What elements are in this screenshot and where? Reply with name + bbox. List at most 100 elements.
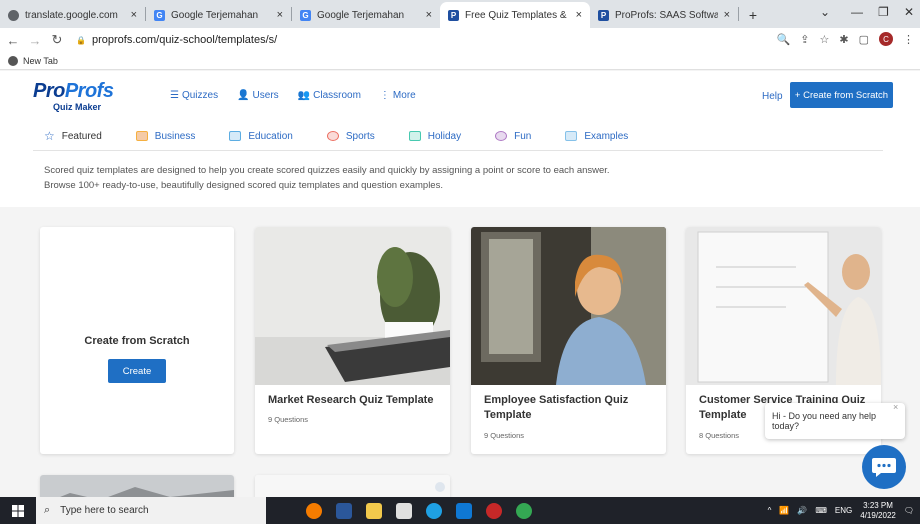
smiling-woman-image	[471, 227, 666, 385]
grid-icon	[565, 131, 578, 141]
landscape-image	[40, 475, 234, 497]
ball-icon	[326, 131, 339, 141]
user-icon: 👤	[237, 90, 250, 101]
template-card[interactable]: Employee Satisfaction Quiz Template 9 Qu…	[471, 227, 666, 454]
close-icon[interactable]: ×	[893, 402, 898, 412]
new-tab-button[interactable]: +	[739, 2, 767, 28]
bookmarks-bar: New Tab	[0, 52, 920, 70]
menu-icon[interactable]: ⋮	[903, 33, 914, 46]
category-examples[interactable]: Examples	[565, 129, 628, 143]
network-icon[interactable]: 📶	[779, 506, 789, 515]
browser-tab-active[interactable]: P Free Quiz Templates & Exam ×	[440, 2, 590, 28]
tab-title: ProProfs: SAAS Software for	[615, 9, 718, 21]
store-icon[interactable]	[396, 502, 412, 519]
holiday-icon	[408, 131, 421, 141]
share-icon[interactable]: ⇪	[800, 33, 809, 46]
system-tray: ^ 📶 🔊 ⌨ ENG 3:23 PM 4/19/2022 🗨	[768, 497, 914, 524]
tab-title: translate.google.com	[25, 9, 118, 21]
proprofs-icon: P	[598, 9, 609, 21]
bookmark-new-tab[interactable]: New Tab	[23, 56, 58, 66]
globe-icon	[8, 9, 19, 21]
globe-icon	[8, 55, 18, 66]
template-card[interactable]	[255, 475, 450, 497]
chrome-icon[interactable]	[516, 502, 532, 519]
template-card[interactable]	[40, 475, 234, 497]
taskbar-search-input[interactable]: ⌕ Type here to search	[36, 497, 266, 524]
create-button[interactable]: Create	[108, 359, 166, 383]
browser-tab[interactable]: translate.google.com ×	[0, 2, 145, 28]
tab-search-icon[interactable]: ⌄	[820, 5, 830, 19]
book-icon	[229, 131, 242, 141]
mail-icon[interactable]	[456, 502, 472, 519]
browser-tab[interactable]: P ProProfs: SAAS Software for ×	[590, 2, 738, 28]
nav-users[interactable]: 👤 Users	[237, 90, 279, 101]
question-count: 9 Questions	[484, 431, 525, 440]
template-grid: Create from Scratch Create Market Resear…	[0, 207, 920, 497]
proprofs-icon: P	[448, 9, 459, 21]
nav-more[interactable]: ⋮ More	[380, 90, 416, 101]
help-link[interactable]: Help	[762, 91, 783, 102]
proprofs-logo[interactable]: ProProfs Quiz Maker	[33, 80, 114, 112]
card-title: Market Research Quiz Template	[268, 394, 434, 406]
restore-icon[interactable]: ❐	[878, 5, 889, 19]
google-translate-icon: G	[300, 9, 311, 21]
word-icon[interactable]	[336, 502, 352, 519]
browser-tab[interactable]: G Google Terjemahan ×	[146, 2, 291, 28]
clock[interactable]: 3:23 PM 4/19/2022	[860, 501, 896, 521]
edge-icon[interactable]	[426, 502, 442, 519]
keyboard-icon[interactable]: ⌨	[815, 506, 827, 515]
create-from-scratch-button[interactable]: + Create from Scratch	[790, 82, 893, 108]
description-section: Scored quiz templates are designed to he…	[0, 151, 920, 207]
chat-launcher-button[interactable]	[862, 445, 906, 489]
briefcase-icon	[135, 131, 148, 141]
close-tab-icon[interactable]: ×	[277, 9, 283, 21]
forward-icon[interactable]: →	[26, 33, 44, 48]
file-explorer-icon[interactable]	[366, 502, 382, 519]
lock-icon: 🔒	[76, 35, 86, 45]
template-thumbnail-image	[255, 475, 450, 497]
notebook-plant-image	[255, 227, 450, 385]
language-indicator[interactable]: ENG	[835, 506, 852, 515]
back-icon[interactable]: ←	[4, 33, 22, 48]
close-tab-icon[interactable]: ×	[724, 9, 730, 21]
minimize-icon[interactable]: —	[851, 5, 863, 19]
profile-avatar[interactable]: C	[879, 32, 893, 46]
category-bar: ☆ Featured Business Education Sports Hol…	[0, 121, 920, 151]
bookmark-star-icon[interactable]: ☆	[820, 33, 830, 46]
smiley-icon	[495, 131, 508, 141]
card-title: Employee Satisfaction Quiz Template	[484, 394, 629, 421]
nav-quizzes[interactable]: ☰ Quizzes	[170, 90, 218, 101]
whiteboard-presenter-image	[686, 227, 881, 385]
chat-greeting-bubble[interactable]: Hi - Do you need any help today?	[765, 403, 905, 439]
firefox-icon[interactable]	[306, 502, 322, 519]
category-holiday[interactable]: Holiday	[408, 129, 461, 143]
start-button[interactable]	[0, 504, 36, 517]
volume-icon[interactable]: 🔊	[797, 506, 807, 515]
side-panel-icon[interactable]: ▢	[859, 33, 869, 46]
category-education[interactable]: Education	[229, 129, 293, 143]
close-tab-icon[interactable]: ×	[576, 9, 582, 21]
extensions-icon[interactable]: ✱	[839, 33, 848, 46]
tab-title: Google Terjemahan	[171, 9, 259, 21]
chevron-up-icon[interactable]: ^	[768, 506, 772, 515]
template-card[interactable]: Market Research Quiz Template 9 Question…	[255, 227, 450, 454]
classroom-icon: 👥	[297, 90, 311, 101]
reload-icon[interactable]: ↻	[48, 32, 66, 48]
close-tab-icon[interactable]: ×	[426, 9, 432, 21]
category-featured[interactable]: ☆ Featured	[44, 129, 102, 143]
zoom-icon[interactable]: 🔍	[777, 33, 791, 46]
category-business[interactable]: Business	[135, 129, 195, 143]
site-header: ProProfs Quiz Maker ☰ Quizzes 👤 Users 👥 Cla…	[0, 71, 920, 121]
tab-title: Google Terjemahan	[317, 9, 405, 21]
close-window-icon[interactable]: ✕	[904, 5, 914, 19]
category-fun[interactable]: Fun	[495, 129, 531, 143]
url-field[interactable]: 🔒 proprofs.com/quiz-school/templates/s/	[76, 34, 277, 46]
search-icon: ⌕	[44, 504, 51, 516]
app-icon[interactable]	[486, 502, 502, 519]
close-tab-icon[interactable]: ×	[131, 9, 137, 21]
question-count: 8 Questions	[699, 431, 740, 440]
nav-classroom[interactable]: 👥 Classroom	[298, 90, 361, 101]
category-sports[interactable]: Sports	[326, 129, 375, 143]
notification-icon[interactable]: 🗨	[904, 506, 914, 515]
browser-tab[interactable]: G Google Terjemahan ×	[292, 2, 440, 28]
